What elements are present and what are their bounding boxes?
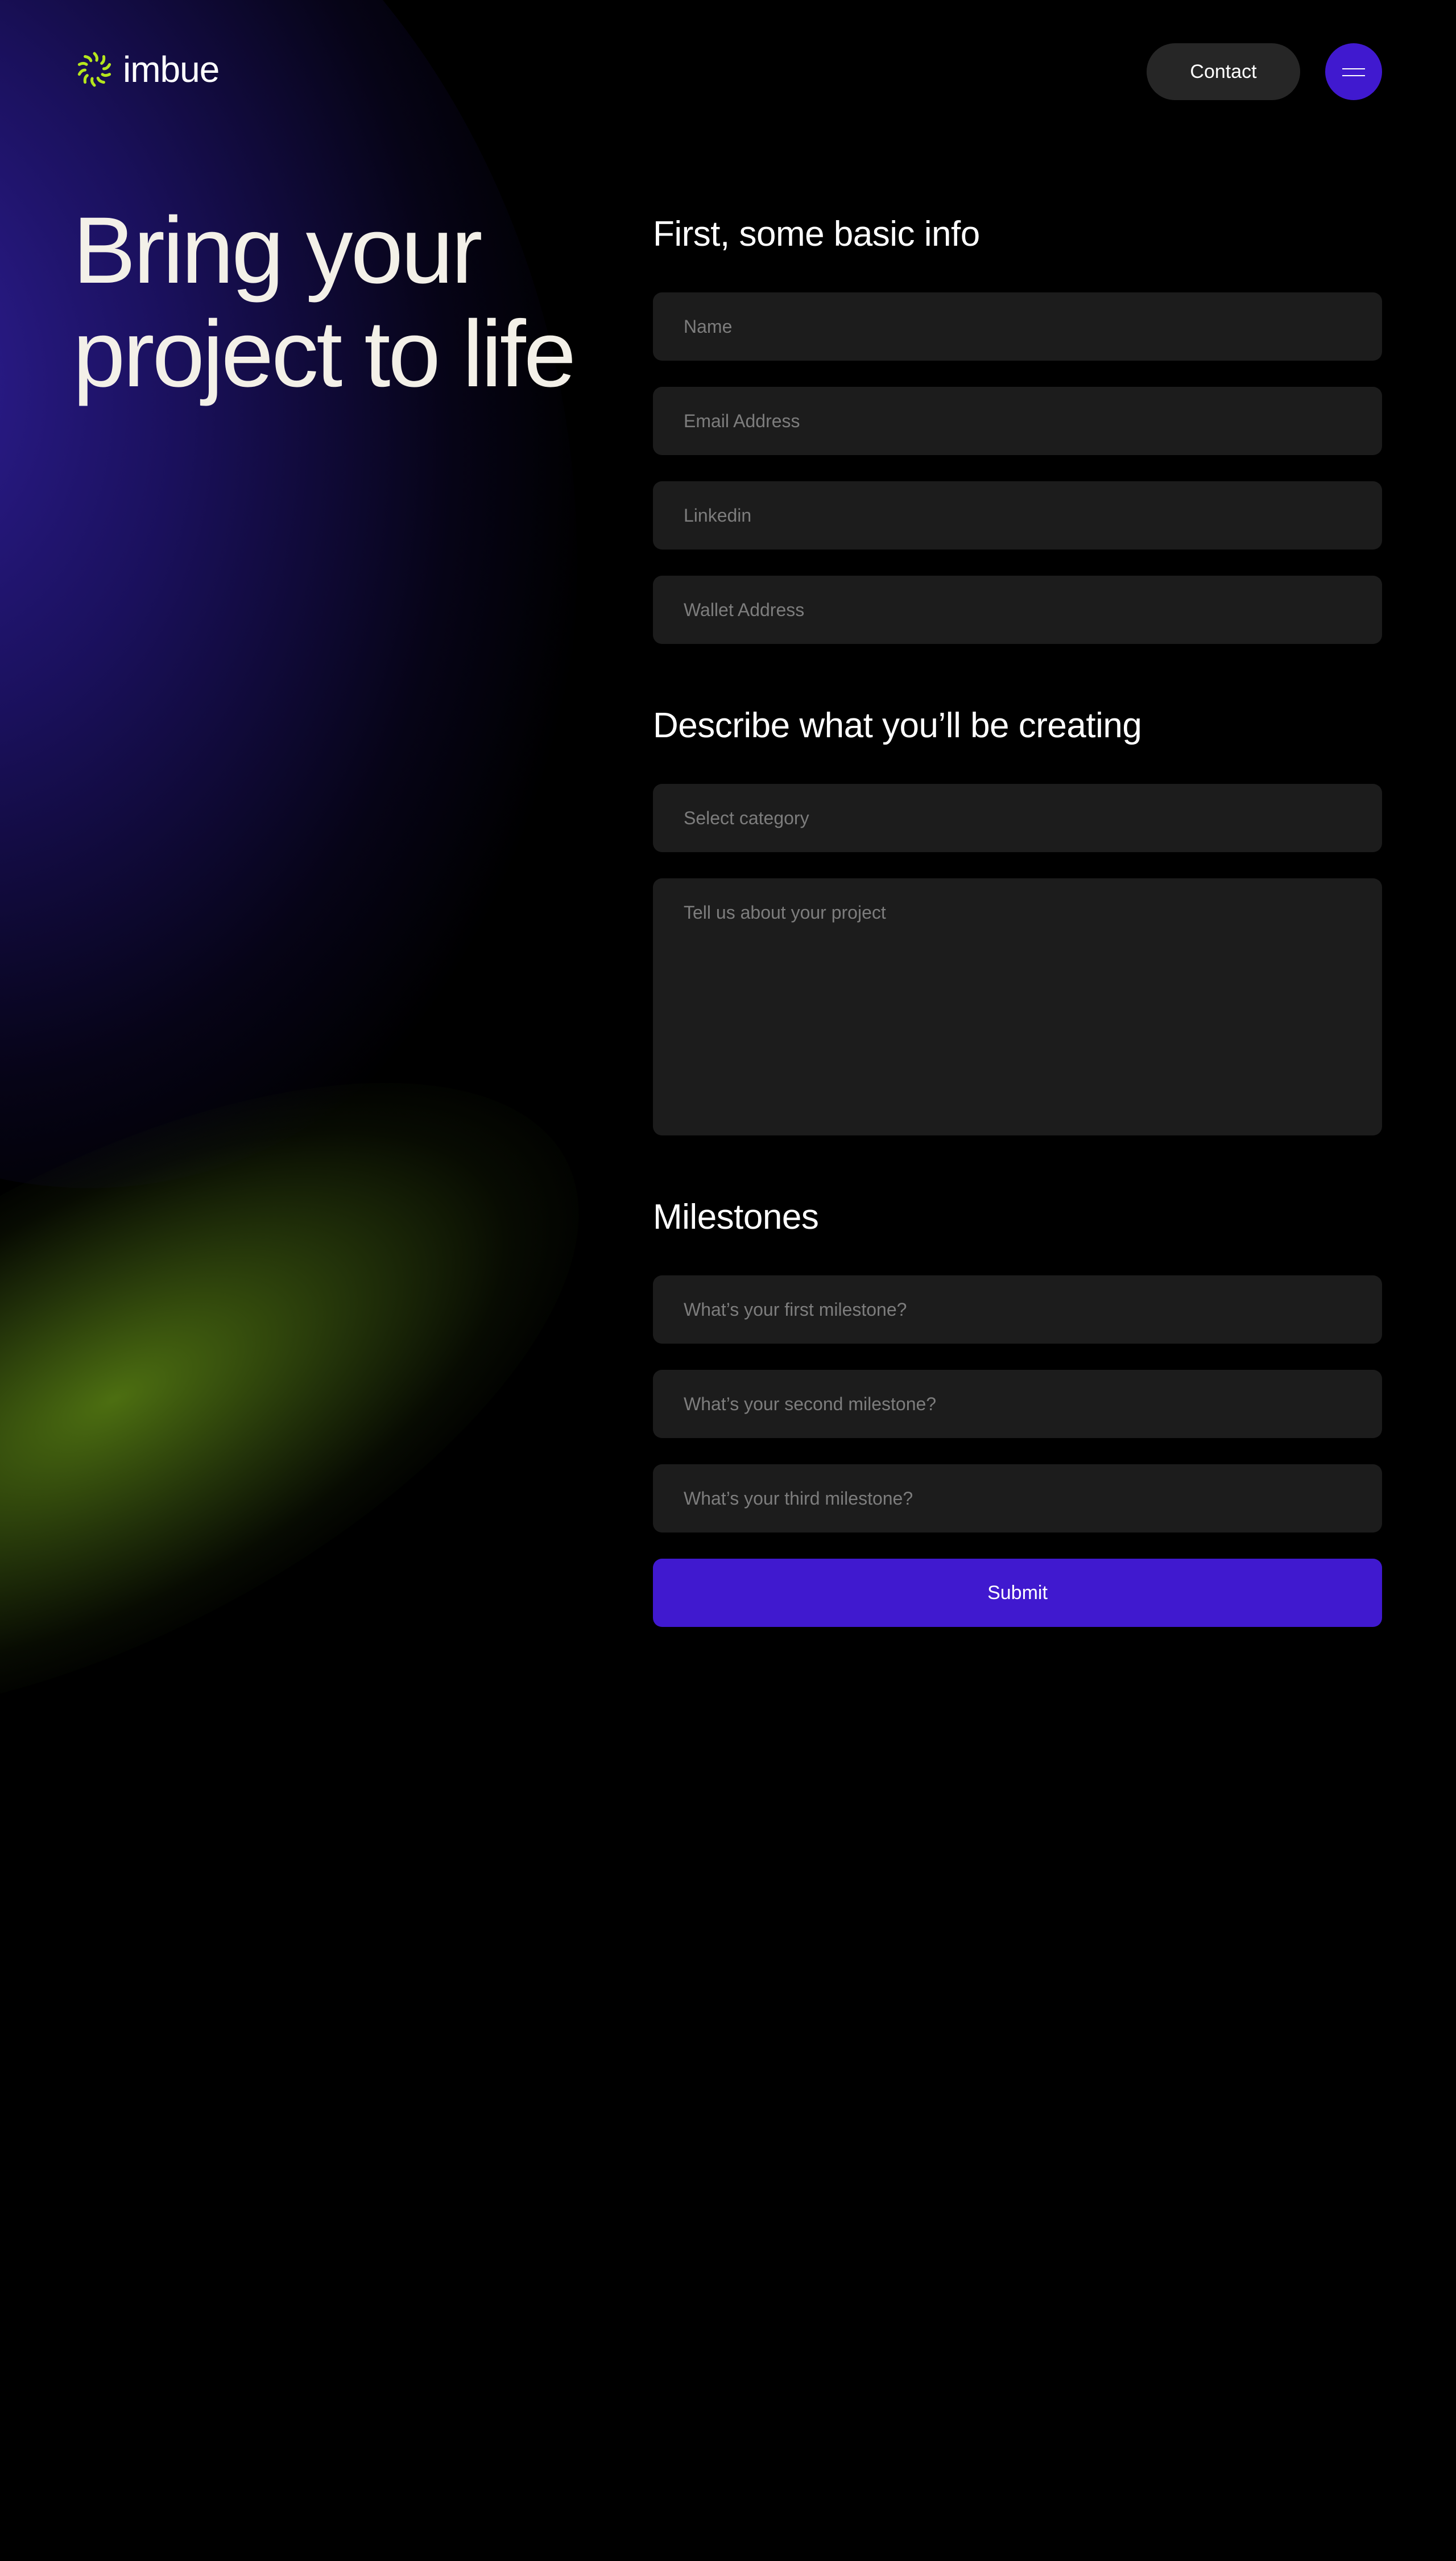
first-milestone-input[interactable]: What’s your first milestone?: [653, 1275, 1382, 1344]
contact-button[interactable]: Contact: [1147, 43, 1300, 100]
third-milestone-input[interactable]: What’s your third milestone?: [653, 1464, 1382, 1533]
submit-button[interactable]: Submit: [653, 1559, 1382, 1627]
milestones-heading: Milestones: [653, 1197, 819, 1237]
linkedin-input[interactable]: Linkedin: [653, 481, 1382, 550]
basic-info-heading: First, some basic info: [653, 214, 980, 254]
hero-title: Bring your project to life: [73, 198, 576, 407]
menu-button[interactable]: [1325, 43, 1382, 100]
sunburst-logo-icon: [77, 52, 111, 87]
wallet-address-input[interactable]: Wallet Address: [653, 576, 1382, 644]
purple-glow-decoration: [0, 0, 705, 1292]
category-select[interactable]: Select category: [653, 784, 1382, 852]
name-input[interactable]: Name: [653, 292, 1382, 361]
brand-name: imbue: [123, 49, 220, 90]
green-glow-decoration: [0, 953, 676, 1846]
brand-logo[interactable]: imbue: [74, 49, 220, 90]
hamburger-menu-icon: [1342, 66, 1365, 77]
describe-heading: Describe what you’ll be creating: [653, 706, 1142, 745]
site-header: imbue Contact: [0, 0, 1456, 142]
project-description-textarea[interactable]: Tell us about your project: [653, 878, 1382, 1135]
email-input[interactable]: Email Address: [653, 387, 1382, 455]
second-milestone-input[interactable]: What’s your second milestone?: [653, 1370, 1382, 1438]
